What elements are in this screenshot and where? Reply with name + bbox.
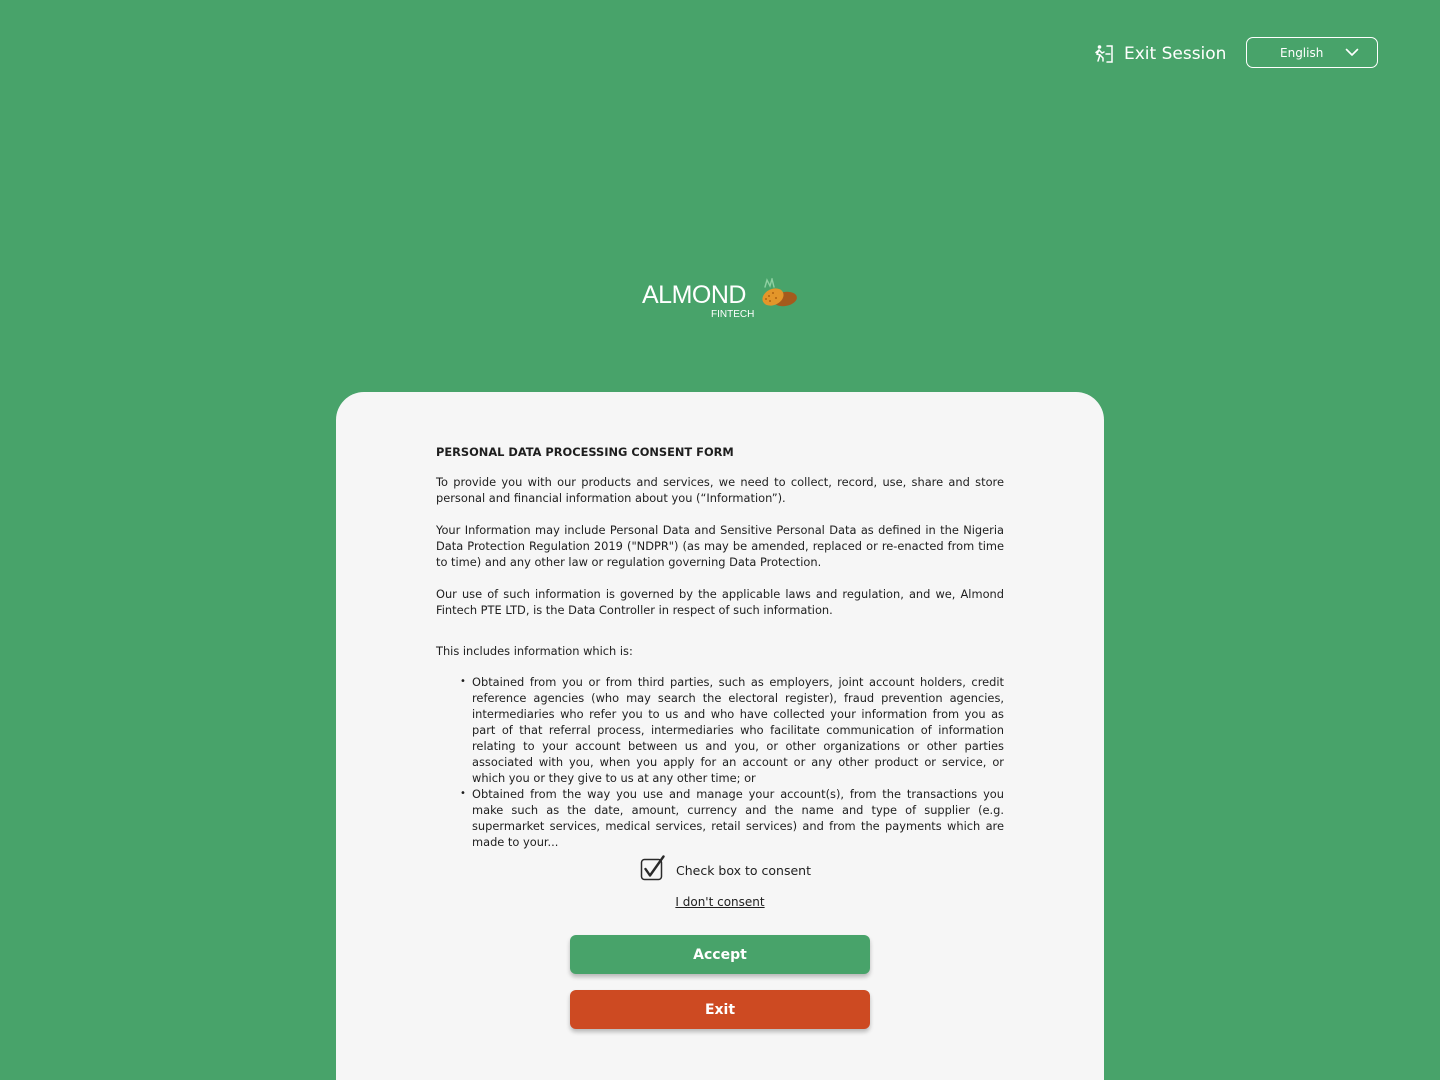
consent-paragraph: Our use of such information is governed … (436, 587, 1004, 617)
consent-card: PERSONAL DATA PROCESSING CONSENT FORM To… (336, 392, 1104, 1080)
almond-icon (758, 276, 800, 316)
list-item: Obtained from the way you use and manage… (460, 786, 1004, 850)
form-title: PERSONAL DATA PROCESSING CONSENT FORM (436, 445, 734, 459)
consent-text: PERSONAL DATA PROCESSING CONSENT FORM To… (436, 444, 1004, 850)
chevron-down-icon (1345, 46, 1359, 60)
almond-fintech-logo: ALMOND FINTECH (642, 276, 802, 326)
consent-paragraph: Your Information may include Personal Da… (436, 523, 1004, 569)
consent-page: Exit Session English ALMOND FINTECH PERS… (0, 0, 1440, 1080)
exit-button[interactable]: Exit (570, 990, 870, 1029)
exit-session-button[interactable]: Exit Session (1094, 41, 1226, 67)
consent-checkbox-row[interactable]: Check box to consent (640, 855, 811, 886)
no-consent-link[interactable]: I don't consent (336, 895, 1104, 909)
accept-button[interactable]: Accept (570, 935, 870, 974)
consent-checkbox[interactable] (640, 855, 666, 886)
logo-subtitle: FINTECH (711, 309, 755, 320)
exit-session-icon (1094, 44, 1114, 64)
list-item: Obtained from you or from third parties,… (460, 674, 1004, 786)
exit-session-label: Exit Session (1124, 44, 1227, 64)
consent-bullet-list: Obtained from you or from third parties,… (436, 674, 1004, 850)
consent-paragraph: This includes information which is: (436, 644, 633, 658)
logo-wordmark: ALMOND (642, 281, 746, 309)
language-selected-value: English (1280, 45, 1324, 60)
language-select[interactable]: English (1246, 37, 1378, 68)
consent-paragraph: To provide you with our products and ser… (436, 475, 1004, 505)
consent-checkbox-label: Check box to consent (676, 863, 811, 878)
